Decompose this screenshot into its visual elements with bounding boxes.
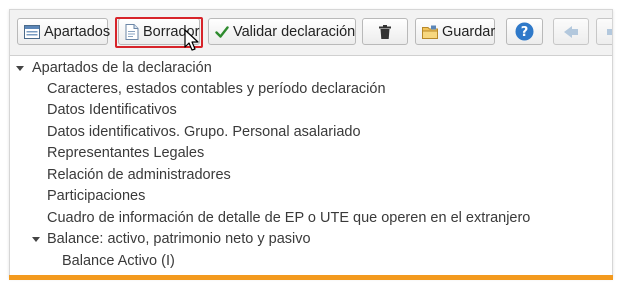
svg-text:?: ? [521,25,529,40]
caret-down-icon[interactable] [16,66,24,71]
tree-item-label: Relación de administradores [47,167,231,183]
tree-item-label: Datos identificativos. Grupo. Personal a… [47,124,361,140]
tree-item-label: Representantes Legales [47,145,205,161]
arrow-right-icon [606,25,612,39]
help-icon: ? [515,22,534,41]
tree-item[interactable]: Caracteres, estados contables y período … [47,79,386,99]
tree-item[interactable]: Datos identificativos. Grupo. Personal a… [47,122,361,142]
validar-label: Validar declaración [233,23,356,40]
accent-bar [9,275,613,280]
tree-item[interactable]: Datos Identificativos [47,100,177,120]
tree-item[interactable]: Balance Activo (I) [62,251,175,271]
tree-item-label: Cuadro de información de detalle de EP o… [47,210,531,226]
next-button[interactable] [596,18,612,45]
tree-item[interactable]: Participaciones [47,186,145,206]
apartados-button[interactable]: Apartados [17,18,111,45]
tree-node-balance-label: Balance: activo, patrimonio neto y pasiv… [47,231,311,247]
validar-declaracion-button[interactable]: Validar declaración [208,18,356,45]
tree-node-root-label: Apartados de la declaración [32,60,212,76]
guardar-button[interactable]: Guardar [415,18,495,45]
declaration-panel: Apartados Borrador Validar declaración G… [9,9,613,278]
sections-icon [24,24,40,40]
document-icon [125,23,139,40]
tree-item-label: Participaciones [47,188,146,204]
tree-item-label: Datos Identificativos [47,102,177,118]
toolbar: Apartados Borrador Validar declaración G… [10,10,612,56]
previous-button[interactable] [553,18,589,45]
mouse-pointer-icon [184,29,199,51]
delete-button[interactable] [362,18,408,45]
guardar-label: Guardar [442,23,496,40]
tree-item[interactable]: Representantes Legales [47,143,204,163]
tree-item-label: Caracteres, estados contables y período … [47,81,386,97]
tree-item[interactable]: Relación de administradores [47,165,231,185]
tree-item-label: Balance Activo (I) [62,253,175,269]
apartados-label: Apartados [44,23,111,40]
checkmark-icon [215,24,229,40]
caret-down-icon[interactable] [32,237,40,242]
tree-item[interactable]: Cuadro de información de detalle de EP o… [47,208,530,228]
help-button[interactable]: ? [506,18,543,45]
save-folder-icon [422,24,438,40]
trash-icon [377,24,393,40]
arrow-left-icon [563,25,579,39]
